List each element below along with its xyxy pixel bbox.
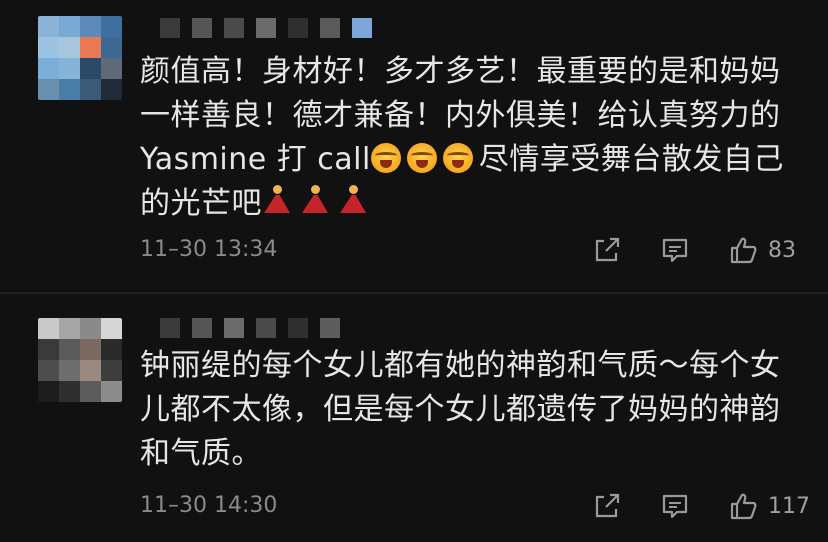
thumbs-up-icon (730, 237, 757, 264)
avatar-mosaic-tile (59, 339, 80, 360)
avatar-mosaic-tile (38, 16, 59, 37)
avatar-mosaic-tile (38, 37, 59, 58)
avatar-mosaic-tile (80, 79, 101, 100)
comment-timestamp: 11–30 13:34 (140, 237, 278, 262)
avatar-mosaic-tile (59, 58, 80, 79)
avatar[interactable] (38, 318, 122, 402)
like-button[interactable]: 117 (728, 489, 810, 523)
avatar-mosaic-tile (101, 79, 122, 100)
share-icon (595, 493, 620, 518)
avatar-mosaic-tile (38, 58, 59, 79)
avatar-mosaic-tile (59, 381, 80, 402)
like-count: 117 (768, 493, 810, 519)
reply-icon (662, 494, 688, 519)
comment-line: Yasmine 打 call 尽情享受舞台散发自己 (140, 138, 800, 182)
username-mosaic-block (288, 318, 308, 338)
comment-item: 颜值高！身材好！多才多艺！最重要的是和妈妈 一样善良！德才兼备！内外俱美！给认真… (0, 0, 828, 296)
comment-meta: 11–30 14:30 117 (140, 489, 810, 523)
avatar-mosaic-tile (38, 360, 59, 381)
comment-line: 和气质。 (140, 436, 262, 471)
comment-item: 钟丽缇的每个女儿都有她的神韵和气质～每个女 儿都不太像，但是每个女儿都遗传了妈妈… (0, 296, 828, 542)
comment-text-segment: 尽情享受舞台散发自己 (478, 142, 784, 177)
avatar-mosaic-tile (101, 318, 122, 339)
avatar-mosaic-tile (59, 37, 80, 58)
reply-button[interactable] (660, 233, 690, 267)
username-mosaic-block (224, 18, 244, 38)
dancer-emoji (338, 185, 368, 217)
username-mosaic-block (192, 318, 212, 338)
crying-face-emoji (370, 143, 401, 173)
username-mosaic-block (224, 318, 244, 338)
username-mosaic-block (256, 318, 276, 338)
comment-line: 儿都不太像，但是每个女儿都遗传了妈妈的神韵 (140, 392, 781, 427)
comment-divider (0, 292, 828, 294)
username-mosaic-block (160, 18, 180, 38)
avatar-mosaic-tile (80, 318, 101, 339)
reply-icon (662, 238, 688, 263)
comment-timestamp: 11–30 14:30 (140, 493, 278, 518)
username-redacted[interactable] (160, 318, 352, 340)
share-icon (595, 237, 620, 262)
comment-line: 的光芒吧 (140, 182, 800, 226)
comment-line: 钟丽缇的每个女儿都有她的神韵和气质～每个女 (140, 348, 781, 383)
comment-line: 颜值高！身材好！多才多艺！最重要的是和妈妈 (140, 54, 781, 89)
username-mosaic-block (352, 18, 372, 38)
comment-text: 钟丽缇的每个女儿都有她的神韵和气质～每个女 儿都不太像，但是每个女儿都遗传了妈妈… (140, 344, 800, 476)
avatar-mosaic-tile (101, 339, 122, 360)
avatar-mosaic-tile (101, 16, 122, 37)
share-button[interactable] (592, 489, 622, 523)
avatar-mosaic-tile (59, 16, 80, 37)
avatar-mosaic-tile (80, 37, 101, 58)
username-mosaic-block (320, 318, 340, 338)
username-mosaic-block (192, 18, 212, 38)
avatar-mosaic-tile (101, 360, 122, 381)
avatar-mosaic-tile (59, 360, 80, 381)
avatar-mosaic-tile (38, 318, 59, 339)
like-button[interactable]: 83 (728, 233, 796, 267)
like-count: 83 (768, 237, 796, 263)
avatar-mosaic-tile (80, 16, 101, 37)
share-button[interactable] (592, 233, 622, 267)
avatar-mosaic-tile (101, 37, 122, 58)
username-mosaic-block (320, 18, 340, 38)
comment-line: 一样善良！德才兼备！内外俱美！给认真努力的 (140, 98, 781, 133)
avatar-mosaic-tile (101, 58, 122, 79)
avatar-mosaic-tile (59, 79, 80, 100)
comment-text-segment: 的光芒吧 (140, 186, 262, 221)
avatar-mosaic-tile (38, 79, 59, 100)
dancer-emoji (262, 185, 292, 217)
comment-text-segment: Yasmine 打 call (140, 142, 371, 177)
username-mosaic-block (288, 18, 308, 38)
avatar-mosaic-tile (80, 339, 101, 360)
avatar-mosaic-tile (80, 360, 101, 381)
username-mosaic-block (256, 18, 276, 38)
avatar-mosaic-tile (59, 318, 80, 339)
comment-meta: 11–30 13:34 83 (140, 233, 800, 267)
comment-text: 颜值高！身材好！多才多艺！最重要的是和妈妈 一样善良！德才兼备！内外俱美！给认真… (140, 50, 800, 226)
avatar[interactable] (38, 16, 122, 100)
username-redacted[interactable] (160, 18, 384, 40)
username-mosaic-block (160, 318, 180, 338)
dancer-emoji (300, 185, 330, 217)
avatar-mosaic-tile (101, 381, 122, 402)
avatar-mosaic-tile (38, 339, 59, 360)
avatar-mosaic-tile (80, 381, 101, 402)
thumbs-up-icon (730, 493, 757, 520)
reply-button[interactable] (660, 489, 690, 523)
crying-face-emoji (406, 143, 437, 173)
crying-face-emoji (442, 143, 473, 173)
avatar-mosaic-tile (38, 381, 59, 402)
avatar-mosaic-tile (80, 58, 101, 79)
